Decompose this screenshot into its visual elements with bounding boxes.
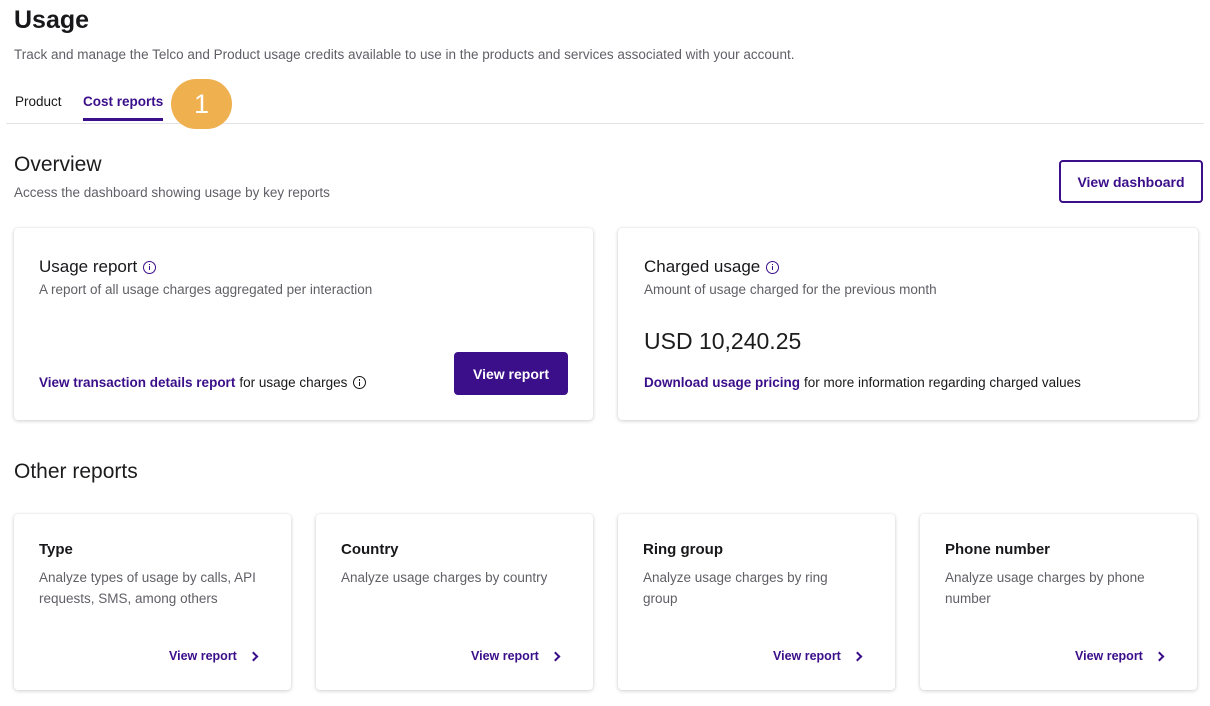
view-report-link[interactable]: View report xyxy=(1075,649,1165,663)
report-card-country: Country Analyze usage charges by country… xyxy=(316,514,593,690)
charged-usage-title: Charged usage xyxy=(644,257,761,276)
chevron-right-icon xyxy=(550,651,561,661)
overview-title: Overview xyxy=(14,153,102,176)
report-card-description: Analyze usage charges by country xyxy=(341,570,548,585)
info-icon[interactable] xyxy=(766,260,780,274)
chevron-right-icon xyxy=(1154,651,1165,661)
report-card-description: Analyze usage charges by phone number xyxy=(945,570,1145,606)
view-report-button[interactable]: View report xyxy=(454,352,568,395)
report-card-title: Type xyxy=(39,541,73,558)
usage-pricing-line: Download usage pricing for more informat… xyxy=(644,375,1081,390)
page-subtitle: Track and manage the Telco and Product u… xyxy=(14,47,795,62)
view-report-label: View report xyxy=(773,649,841,663)
usage-pricing-suffix: for more information regarding charged v… xyxy=(804,375,1081,390)
report-card-phone-number: Phone number Analyze usage charges by ph… xyxy=(920,514,1197,690)
report-card-description: Analyze usage charges by ring group xyxy=(643,570,828,606)
charged-amount: USD 10,240.25 xyxy=(644,328,802,354)
usage-report-title: Usage report xyxy=(39,257,138,276)
tab-cost-reports[interactable]: Cost reports xyxy=(83,94,164,121)
report-card-title: Country xyxy=(341,541,399,558)
report-card-ring-group: Ring group Analyze usage charges by ring… xyxy=(618,514,895,690)
other-reports-title: Other reports xyxy=(14,460,138,483)
transaction-details-suffix: for usage charges xyxy=(239,375,348,390)
info-icon[interactable] xyxy=(353,376,367,389)
charged-usage-title-row: Charged usage xyxy=(644,257,780,277)
info-icon[interactable] xyxy=(143,260,157,274)
usage-report-title-row: Usage report xyxy=(39,257,157,277)
view-report-label: View report xyxy=(471,649,539,663)
usage-report-description: A report of all usage charges aggregated… xyxy=(39,282,373,297)
charged-usage-card: Charged usage Amount of usage charged fo… xyxy=(618,228,1198,420)
view-report-label: View report xyxy=(1075,649,1143,663)
overview-subtitle: Access the dashboard showing usage by ke… xyxy=(14,185,330,200)
view-dashboard-button[interactable]: View dashboard xyxy=(1059,160,1203,203)
transaction-details-link[interactable]: View transaction details report xyxy=(39,375,235,390)
download-usage-pricing-link[interactable]: Download usage pricing xyxy=(644,375,800,390)
view-report-label: View report xyxy=(169,649,237,663)
tab-product[interactable]: Product xyxy=(15,94,62,118)
report-card-title: Phone number xyxy=(945,541,1051,558)
view-report-link[interactable]: View report xyxy=(169,649,259,663)
page-title: Usage xyxy=(14,6,90,34)
report-card-type: Type Analyze types of usage by calls, AP… xyxy=(14,514,291,690)
transaction-details-line: View transaction details report for usag… xyxy=(39,375,367,390)
view-report-link[interactable]: View report xyxy=(471,649,561,663)
view-report-link[interactable]: View report xyxy=(773,649,863,663)
report-card-title: Ring group xyxy=(643,541,723,558)
report-card-description: Analyze types of usage by calls, API req… xyxy=(39,570,256,606)
usage-report-card: Usage report A report of all usage charg… xyxy=(14,228,593,420)
chevron-right-icon xyxy=(852,651,863,661)
chevron-right-icon xyxy=(248,651,259,661)
charged-usage-description: Amount of usage charged for the previous… xyxy=(644,282,937,297)
step-badge: 1 xyxy=(171,79,232,129)
